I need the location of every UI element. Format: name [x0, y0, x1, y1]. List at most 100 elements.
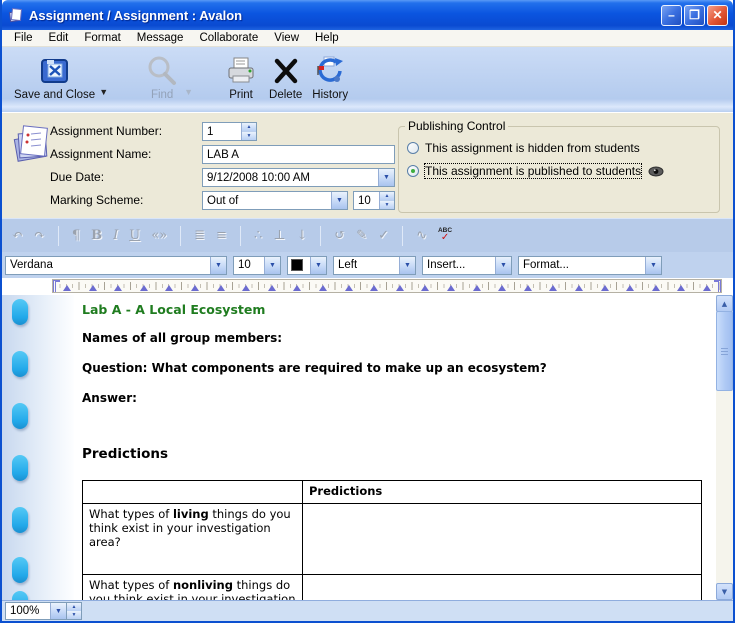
zoom-control[interactable]: 100% ▼ ▲▼ [5, 602, 82, 620]
font-family-combobox[interactable]: Verdana ▼ [5, 256, 227, 275]
print-button[interactable]: Print [225, 53, 257, 101]
tab-stop-marker[interactable] [626, 285, 634, 291]
maximize-button[interactable]: ❐ [684, 5, 705, 26]
alignment-dropdown-icon[interactable]: ▼ [399, 257, 415, 274]
save-dropdown-arrow-icon[interactable]: ▼ [99, 87, 108, 97]
font-color-dropdown-icon[interactable]: ▼ [310, 257, 326, 274]
due-date-combobox[interactable]: 9/12/2008 10:00 AM ▼ [202, 168, 395, 187]
assignment-form: Assignment Number: 1 ▲▼ Assignment Name:… [2, 112, 733, 218]
assignment-name-input[interactable]: LAB A [202, 145, 395, 164]
tab-stop-marker[interactable] [447, 285, 455, 291]
spin-up-icon[interactable]: ▲ [67, 603, 81, 611]
assignment-number-spin-buttons[interactable]: ▲▼ [241, 123, 256, 140]
tab-stop-marker[interactable] [524, 285, 532, 291]
italic-icon: I [113, 229, 118, 242]
menu-view[interactable]: View [266, 31, 307, 45]
spell-check-icon[interactable]: ABC ✓ [438, 228, 452, 243]
find-button: Find [144, 53, 180, 101]
quotes-icon: «» [151, 229, 167, 242]
alignment-combobox[interactable]: Left ▼ [333, 256, 416, 275]
answer-cell[interactable] [303, 575, 702, 601]
tab-stop-marker[interactable] [114, 285, 122, 291]
ruler[interactable] [52, 279, 722, 293]
tab-stop-marker[interactable] [165, 285, 173, 291]
refresh-icon: ↺ [334, 229, 345, 242]
tab-stop-marker[interactable] [652, 285, 660, 291]
marking-scheme-dropdown-icon[interactable]: ▼ [331, 192, 347, 209]
delete-label: Delete [269, 89, 302, 101]
tab-stop-marker[interactable] [549, 285, 557, 291]
menu-help[interactable]: Help [307, 31, 347, 45]
font-color-combobox[interactable]: ▼ [287, 256, 327, 275]
spin-down-icon[interactable]: ▼ [67, 611, 81, 619]
vertical-scrollbar[interactable]: ▲ ▼ [716, 295, 733, 600]
tab-stop-marker[interactable] [268, 285, 276, 291]
ruler-right-margin-marker[interactable] [714, 280, 721, 292]
tab-stop-marker[interactable] [575, 285, 583, 291]
minimize-button[interactable]: – [661, 5, 682, 26]
spin-down-icon[interactable]: ▼ [380, 200, 394, 209]
format-combobox[interactable]: Format... ▼ [518, 256, 662, 275]
tab-stop-marker[interactable] [345, 285, 353, 291]
tab-stop-marker[interactable] [191, 285, 199, 291]
zoom-spin-buttons[interactable]: ▲▼ [67, 602, 82, 620]
binding-hole [12, 299, 28, 325]
scroll-down-icon[interactable]: ▼ [716, 583, 733, 600]
tab-stop-marker[interactable] [217, 285, 225, 291]
tab-stop-marker[interactable] [473, 285, 481, 291]
undo-icon: ↶ [12, 229, 23, 242]
menu-collaborate[interactable]: Collaborate [191, 31, 266, 45]
tab-stop-marker[interactable] [421, 285, 429, 291]
format-value: Format... [519, 259, 569, 271]
scroll-up-icon[interactable]: ▲ [716, 295, 733, 312]
history-label: History [312, 89, 348, 101]
format-dropdown-icon[interactable]: ▼ [645, 257, 661, 274]
assignment-number-spinner[interactable]: 1 ▲▼ [202, 122, 257, 141]
tab-stop-marker[interactable] [703, 285, 711, 291]
marking-points-spinner[interactable]: 10 ▲▼ [353, 191, 395, 210]
hidden-radio-label[interactable]: This assignment is hidden from students [425, 141, 640, 155]
published-radio-row[interactable]: This assignment is published to students [407, 164, 664, 178]
spin-down-icon[interactable]: ▼ [242, 131, 256, 140]
tab-stop-marker[interactable] [242, 285, 250, 291]
menu-format[interactable]: Format [76, 31, 128, 45]
close-button[interactable]: ✕ [707, 5, 728, 26]
zoom-dropdown-icon[interactable]: ▼ [50, 603, 66, 619]
published-radio-button[interactable] [407, 165, 419, 177]
tab-stop-marker[interactable] [63, 285, 71, 291]
find-label: Find [151, 89, 173, 101]
answer-cell[interactable] [303, 504, 702, 575]
document-editor[interactable]: Lab A - A Local Ecosystem Names of all g… [2, 295, 733, 600]
tab-stop-marker[interactable] [319, 285, 327, 291]
insert-combobox[interactable]: Insert... ▼ [422, 256, 512, 275]
spin-up-icon[interactable]: ▲ [380, 192, 394, 200]
tab-stop-marker[interactable] [677, 285, 685, 291]
hidden-radio-row[interactable]: This assignment is hidden from students [407, 141, 640, 155]
tab-stop-marker[interactable] [396, 285, 404, 291]
font-size-combobox[interactable]: 10 ▼ [233, 256, 281, 275]
ruler-left-margin-marker[interactable] [53, 280, 60, 292]
spin-up-icon[interactable]: ▲ [242, 123, 256, 131]
tab-stop-marker[interactable] [140, 285, 148, 291]
tab-stop-marker[interactable] [293, 285, 301, 291]
tab-stop-marker[interactable] [601, 285, 609, 291]
menu-message[interactable]: Message [129, 31, 192, 45]
menu-file[interactable]: File [6, 31, 41, 45]
font-family-dropdown-icon[interactable]: ▼ [210, 257, 226, 274]
zoom-combobox[interactable]: 100% ▼ [5, 602, 67, 620]
published-radio-label[interactable]: This assignment is published to students [425, 164, 641, 178]
history-button[interactable]: History [312, 53, 348, 101]
save-and-close-button[interactable]: Save and Close [14, 53, 95, 101]
font-size-dropdown-icon[interactable]: ▼ [264, 257, 280, 274]
hidden-radio-button[interactable] [407, 142, 419, 154]
marking-scheme-combobox[interactable]: Out of ▼ [202, 191, 348, 210]
marking-points-spin-buttons[interactable]: ▲▼ [379, 192, 394, 209]
due-date-dropdown-icon[interactable]: ▼ [378, 169, 394, 186]
tab-stop-marker[interactable] [498, 285, 506, 291]
menu-edit[interactable]: Edit [41, 31, 77, 45]
delete-button[interactable]: Delete [269, 53, 302, 101]
insert-dropdown-icon[interactable]: ▼ [495, 257, 511, 274]
tab-stop-marker[interactable] [89, 285, 97, 291]
scrollbar-thumb[interactable] [716, 311, 733, 391]
tab-stop-marker[interactable] [370, 285, 378, 291]
